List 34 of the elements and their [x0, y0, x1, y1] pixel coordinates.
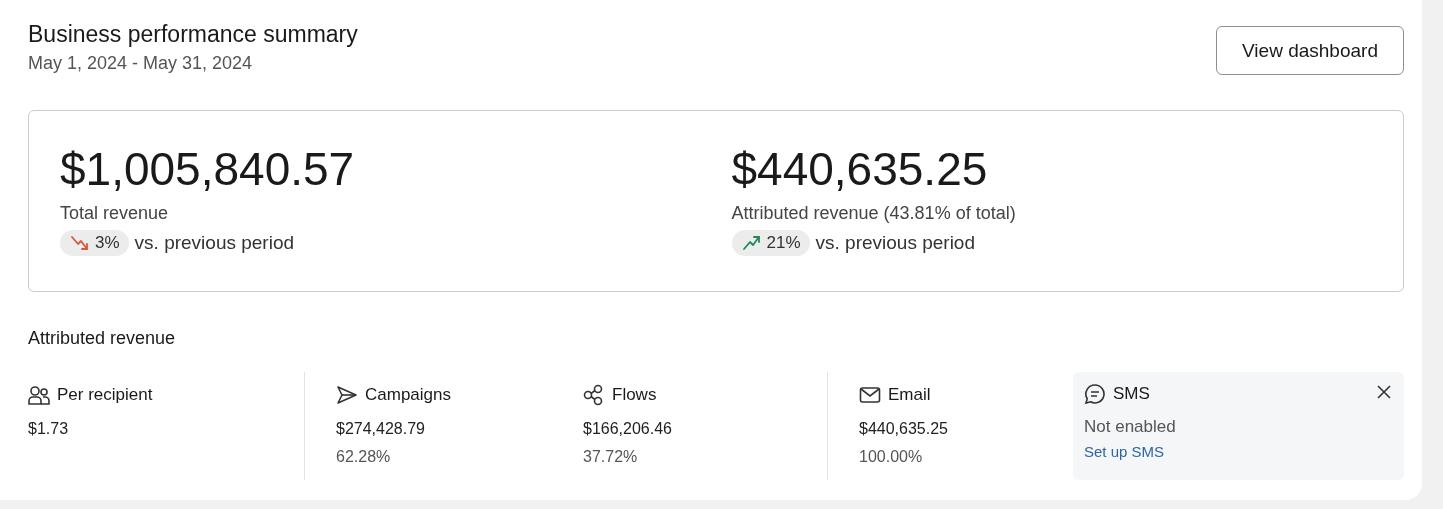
trend-down-icon: [70, 235, 90, 251]
comparison-text: vs. previous period: [815, 232, 975, 254]
section-heading: Attributed revenue: [28, 328, 177, 349]
envelope-icon: [859, 384, 881, 406]
metric-value: $440,635.25: [859, 420, 949, 438]
section-title: Business performance summary: [28, 21, 358, 48]
metric-share: 62.28%: [336, 448, 392, 466]
metric-label: Email: [888, 385, 931, 405]
close-icon[interactable]: [1377, 385, 1391, 399]
status-text: Not enabled: [1084, 417, 1177, 437]
metric-label: Per recipient: [57, 385, 153, 405]
comparison-text: vs. previous period: [134, 232, 295, 254]
metric-value: $274,428.79: [336, 420, 426, 438]
chat-bubble-icon: [1084, 383, 1106, 405]
date-range: May 1, 2024 - May 31, 2024: [28, 53, 254, 74]
metric-label: Campaigns: [365, 385, 451, 405]
metric-share: 100.00%: [859, 448, 924, 466]
metric-label: Flows: [612, 385, 657, 405]
revenue-label: Total revenue: [60, 203, 170, 224]
revenue-value: $440,635.25: [731, 142, 989, 197]
metric-share: 37.72%: [583, 448, 639, 466]
change-badge: 21%: [731, 230, 810, 256]
nodes-icon: [583, 384, 605, 406]
trend-up-icon: [741, 235, 762, 251]
send-icon: [336, 384, 358, 406]
change-badge: 3%: [60, 230, 129, 256]
metric-label: SMS: [1113, 384, 1150, 404]
revenue-label: Attributed revenue (43.81% of total): [731, 203, 1017, 224]
revenue-value: $1,005,840.57: [60, 142, 356, 197]
metric-value: $1.73: [28, 420, 70, 438]
view-dashboard-button[interactable]: View dashboard: [1216, 26, 1404, 75]
people-icon: [28, 384, 50, 406]
setup-link[interactable]: Set up SMS: [1084, 443, 1165, 460]
metric-value: $166,206.46: [583, 420, 673, 438]
